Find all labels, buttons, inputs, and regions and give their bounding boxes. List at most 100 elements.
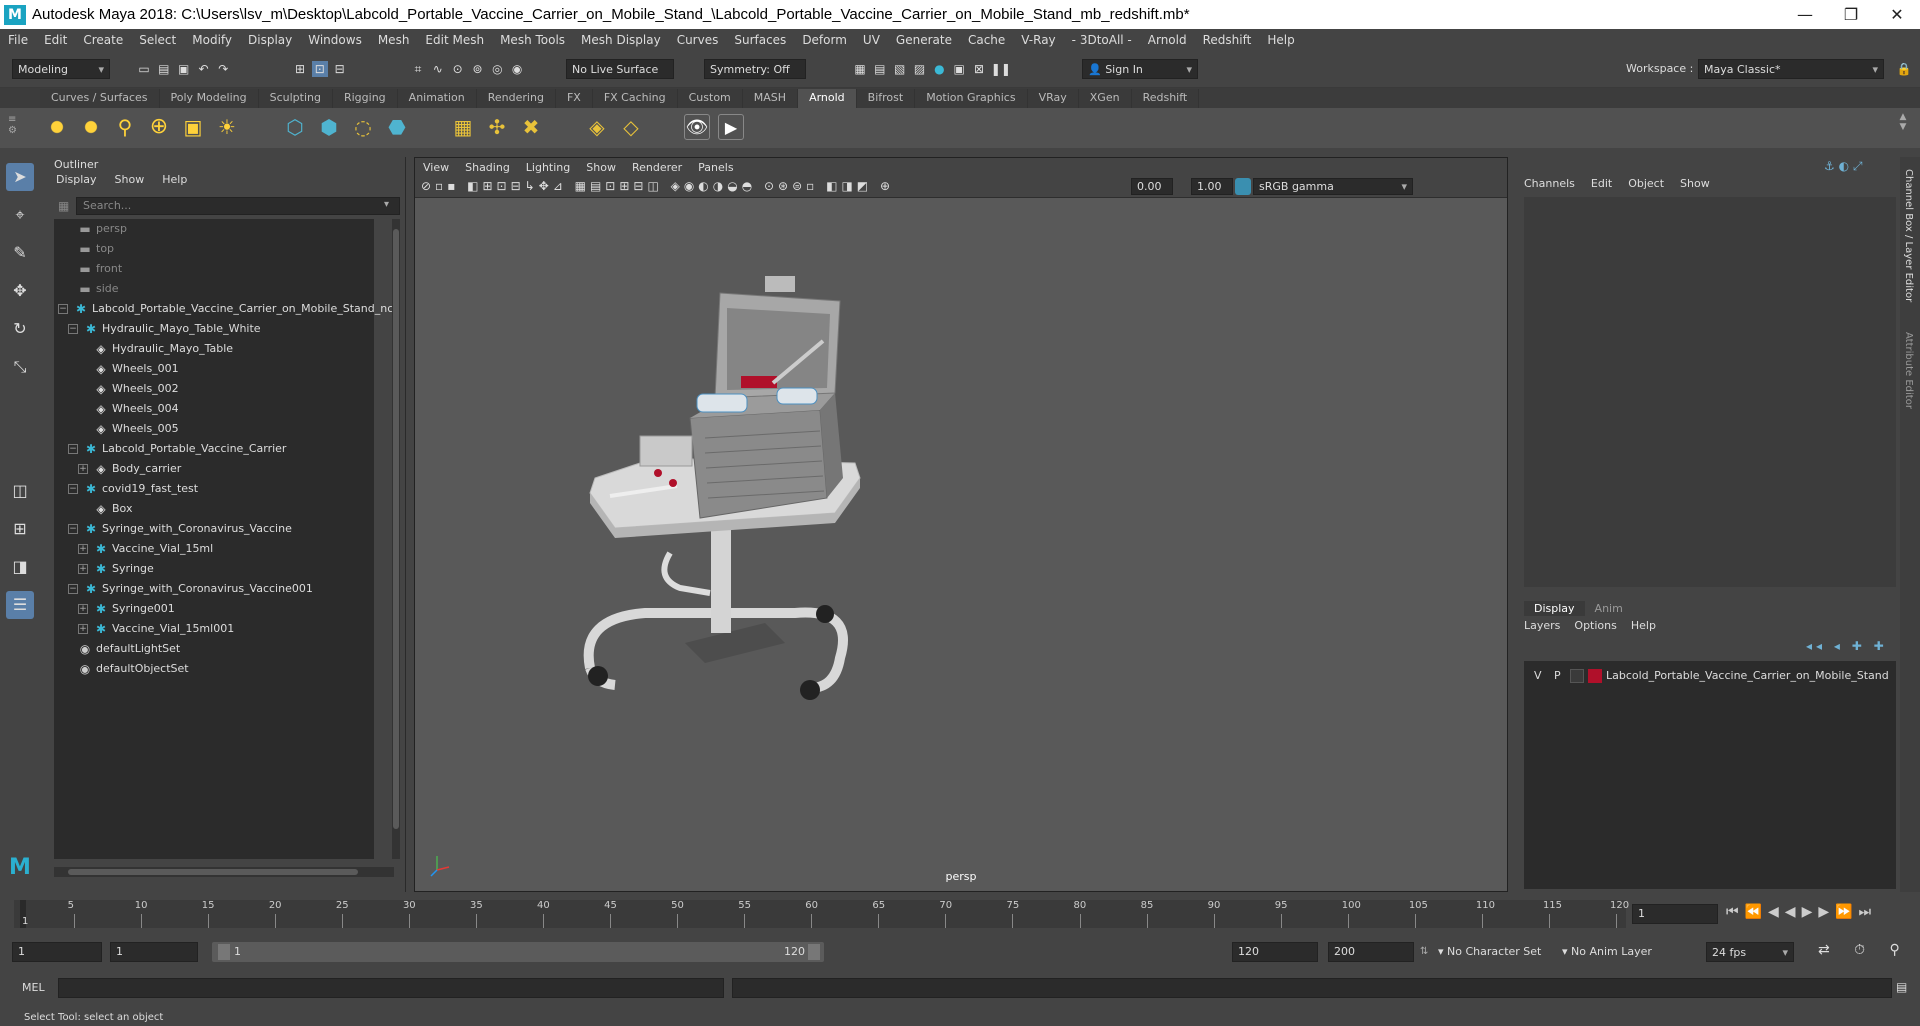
live-surface-field[interactable]: No Live Surface bbox=[566, 59, 674, 79]
save-scene-icon[interactable]: ▣ bbox=[176, 61, 192, 77]
anim-layer-dropdown[interactable]: ▾ No Anim Layer bbox=[1562, 942, 1672, 962]
scale-tool-icon[interactable]: ⤡ bbox=[6, 353, 34, 381]
search-options-icon[interactable]: ▾ bbox=[384, 199, 389, 210]
outliner-item[interactable]: ◈ Wheels_002 bbox=[54, 379, 374, 399]
snap-surface-icon[interactable]: ◎ bbox=[489, 61, 505, 77]
outliner-item[interactable]: − ✱ Syringe_with_Coronavirus_Vaccine bbox=[54, 519, 374, 539]
shelf-tab-fx[interactable]: FX bbox=[555, 89, 593, 108]
outliner-item[interactable]: ▬ front bbox=[54, 259, 374, 279]
scene-start-field[interactable]: 1 bbox=[12, 942, 102, 962]
menu-deform[interactable]: Deform bbox=[794, 33, 855, 47]
exposure-field[interactable]: 0.00 bbox=[1131, 178, 1173, 195]
menu-generate[interactable]: Generate bbox=[888, 33, 960, 47]
shading-editor-icon[interactable]: ◇ bbox=[618, 114, 644, 140]
channel-box-side-tab[interactable]: Channel Box / Layer Editor bbox=[1903, 169, 1914, 302]
layer-type-toggle[interactable] bbox=[1570, 669, 1584, 683]
outliner-item[interactable]: ◈ Wheels_004 bbox=[54, 399, 374, 419]
range-slider-bar[interactable]: 1 120 bbox=[212, 942, 824, 962]
workspace-dropdown[interactable]: Maya Classic* ▾ bbox=[1698, 59, 1884, 79]
collapse-icon[interactable]: − bbox=[68, 444, 78, 454]
attribute-editor-side-tab[interactable]: Attribute Editor bbox=[1903, 332, 1914, 409]
shelf-tab-poly-modeling[interactable]: Poly Modeling bbox=[159, 89, 259, 108]
channelbox-menu-object[interactable]: Object bbox=[1628, 177, 1664, 190]
outliner-item[interactable]: + ✱ Syringe bbox=[54, 559, 374, 579]
range-handle-left[interactable] bbox=[218, 944, 230, 960]
shelf-scroll-icon[interactable]: ▲ ▼ bbox=[1896, 112, 1910, 144]
texture-manager-icon[interactable]: ▦ bbox=[450, 114, 476, 140]
export-standin-icon[interactable]: ⬢ bbox=[316, 114, 342, 140]
render-frame-icon[interactable]: ▦ bbox=[852, 61, 868, 77]
menu-mesh-tools[interactable]: Mesh Tools bbox=[492, 33, 573, 47]
fps-dropdown[interactable]: 24 fps ▾ bbox=[1706, 942, 1794, 962]
pause-icon[interactable]: ❚❚ bbox=[991, 61, 1011, 77]
shelf-tab-fx-caching[interactable]: FX Caching bbox=[592, 89, 678, 108]
snap-live-icon[interactable]: ◉ bbox=[509, 61, 525, 77]
layer-tab-display[interactable]: Display bbox=[1524, 601, 1585, 616]
menu-cache[interactable]: Cache bbox=[960, 33, 1013, 47]
channelbox-icons[interactable]: ⚓ ◐ ⤢ bbox=[1824, 159, 1862, 174]
layer-editor-icons[interactable]: ◂◂ ◂ ✚ ✚ bbox=[1806, 639, 1888, 653]
skydome-light-icon[interactable]: ⊕ bbox=[146, 114, 172, 140]
photometric-light-icon[interactable]: ⚲ bbox=[112, 114, 138, 140]
menu-mesh[interactable]: Mesh bbox=[370, 33, 418, 47]
layer-playback-toggle[interactable]: P bbox=[1554, 669, 1561, 682]
shelf-tab-motion-graphics[interactable]: Motion Graphics bbox=[915, 89, 1028, 108]
shelf-tab-xgen[interactable]: XGen bbox=[1078, 89, 1132, 108]
outliner-horizontal-scrollbar[interactable] bbox=[54, 867, 394, 877]
expand-icon[interactable]: + bbox=[78, 564, 88, 574]
shelf-tab-curves-surfaces[interactable]: Curves / Surfaces bbox=[40, 89, 160, 108]
menu-edit[interactable]: Edit bbox=[36, 33, 75, 47]
outliner-item[interactable]: ◉ defaultLightSet bbox=[54, 639, 374, 659]
shelf-menu-icon[interactable]: ≡ ⚙ bbox=[8, 114, 20, 142]
shelf-tab-rigging[interactable]: Rigging bbox=[332, 89, 398, 108]
expand-icon[interactable]: + bbox=[78, 464, 88, 474]
minimize-button[interactable]: — bbox=[1782, 0, 1828, 29]
select-object-icon[interactable]: ⊡ bbox=[311, 61, 328, 77]
render-play-icon[interactable]: ▶ bbox=[718, 114, 744, 140]
tx-manager-icon[interactable]: ✣ bbox=[484, 114, 510, 140]
outliner-layout-icon[interactable]: ☰ bbox=[6, 591, 34, 619]
menu-redshift[interactable]: Redshift bbox=[1195, 33, 1260, 47]
outliner-item[interactable]: ▬ top bbox=[54, 239, 374, 259]
shelf-tab-arnold[interactable]: Arnold bbox=[798, 89, 857, 108]
light-editor-icon[interactable]: ◈ bbox=[584, 114, 610, 140]
render-icons[interactable]: ▦ ▤ ▧ ▨ ● ▣ ⊠ ❚❚ bbox=[852, 61, 1011, 77]
3d-scene[interactable]: persp bbox=[415, 198, 1507, 891]
outliner-menu-help[interactable]: Help bbox=[162, 173, 187, 190]
layer-name[interactable]: Labcold_Portable_Vaccine_Carrier_on_Mobi… bbox=[1606, 669, 1889, 682]
redshift-render-icon[interactable]: ▣ bbox=[951, 61, 967, 77]
color-space-dropdown[interactable]: sRGB gamma ▾ bbox=[1253, 178, 1413, 195]
shelf-tab-sculpting[interactable]: Sculpting bbox=[258, 89, 333, 108]
outliner-search-input[interactable]: Search... bbox=[76, 197, 400, 215]
snap-point-icon[interactable]: ⊙ bbox=[450, 61, 466, 77]
lasso-tool-icon[interactable]: ⌖ bbox=[6, 201, 34, 229]
menu-modify[interactable]: Modify bbox=[184, 33, 240, 47]
range-extra-icons[interactable]: ⇄ ⏱ ⚲ bbox=[1818, 942, 1910, 958]
collapse-icon[interactable]: − bbox=[58, 304, 68, 314]
character-set-dropdown[interactable]: ▾ No Character Set bbox=[1438, 942, 1548, 962]
viewport-toolbar-icons[interactable]: ⊘▫▪ ◧⊞⊡⊟↳✥⊿ ▦▤⊡⊞⊟◫ ◈◉◐◑◒◓ ⊙⊛⊜▫ ◧◨◩ ⊕ bbox=[421, 179, 894, 193]
menu-select[interactable]: Select bbox=[131, 33, 184, 47]
lock-icon[interactable]: 🔒 bbox=[1896, 61, 1912, 77]
outliner-item[interactable]: ▬ side bbox=[54, 279, 374, 299]
outliner-item[interactable]: ◈ Wheels_005 bbox=[54, 419, 374, 439]
expand-icon[interactable]: + bbox=[78, 544, 88, 554]
layer-menu-help[interactable]: Help bbox=[1631, 619, 1656, 632]
outliner-item[interactable]: ◈ Wheels_001 bbox=[54, 359, 374, 379]
channelbox-menu-show[interactable]: Show bbox=[1680, 177, 1710, 190]
shelf-tab-custom[interactable]: Custom bbox=[677, 89, 743, 108]
outliner-vertical-scrollbar[interactable] bbox=[392, 219, 400, 859]
collapse-icon[interactable]: − bbox=[68, 324, 78, 334]
layer-color-swatch[interactable] bbox=[1588, 669, 1602, 683]
layer-visibility-toggle[interactable]: V bbox=[1534, 669, 1542, 682]
collapse-icon[interactable]: − bbox=[68, 484, 78, 494]
render-view-icon[interactable]: ▤ bbox=[872, 61, 888, 77]
gamma-field[interactable]: 1.00 bbox=[1191, 178, 1233, 195]
scrollbar-thumb[interactable] bbox=[393, 229, 399, 829]
outliner-item[interactable]: − ✱ Hydraulic_Mayo_Table_White bbox=[54, 319, 374, 339]
shelf-tab-animation[interactable]: Animation bbox=[397, 89, 477, 108]
menu-windows[interactable]: Windows bbox=[300, 33, 370, 47]
hypershade-icon[interactable]: ● bbox=[931, 61, 947, 77]
menu-uv[interactable]: UV bbox=[855, 33, 888, 47]
shelf-tab-vray[interactable]: VRay bbox=[1027, 89, 1079, 108]
